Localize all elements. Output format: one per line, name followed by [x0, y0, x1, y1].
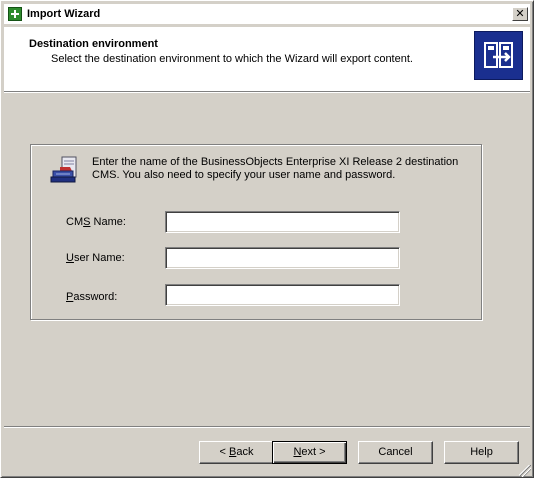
user-name-label-accel: U [66, 252, 74, 264]
wizard-header: Destination environment Select the desti… [4, 27, 530, 91]
user-name-label-post: ser Name: [73, 252, 125, 264]
import-wizard-dialog: Import Wizard ✕ Destination environment … [0, 0, 534, 478]
server-login-icon [48, 155, 82, 185]
help-button[interactable]: Help [444, 441, 519, 464]
page-title: Destination environment [29, 38, 158, 50]
window-title: Import Wizard [27, 8, 101, 20]
import-wizard-icon [8, 7, 22, 21]
cms-name-label: CMS Name: [66, 215, 126, 229]
cms-name-label-pre: CM [66, 216, 84, 228]
page-subtitle: Select the destination environment to wh… [51, 53, 413, 65]
cancel-button[interactable]: Cancel [358, 441, 433, 464]
header-divider-highlight [4, 92, 530, 93]
resize-grip[interactable] [519, 465, 531, 477]
next-button-post: ext > [301, 446, 326, 458]
title-bar[interactable]: Import Wizard ✕ [4, 4, 530, 24]
user-name-input[interactable] [165, 247, 400, 269]
user-name-label: User Name: [66, 251, 125, 265]
back-button-post: ack [236, 446, 254, 458]
cms-name-input[interactable] [165, 211, 400, 233]
close-button[interactable]: ✕ [512, 7, 528, 21]
password-label-post: assword: [73, 291, 118, 303]
password-input[interactable] [165, 284, 400, 306]
back-button-pre: < [219, 446, 229, 458]
export-arrow-icon [474, 31, 523, 80]
cms-name-label-post: Name: [90, 216, 126, 228]
footer-divider-highlight [4, 427, 530, 428]
password-label: Password: [66, 290, 117, 304]
next-button[interactable]: Next > [272, 441, 347, 464]
instructions-text: Enter the name of the BusinessObjects En… [92, 156, 459, 181]
back-button[interactable]: < Back [199, 441, 274, 464]
